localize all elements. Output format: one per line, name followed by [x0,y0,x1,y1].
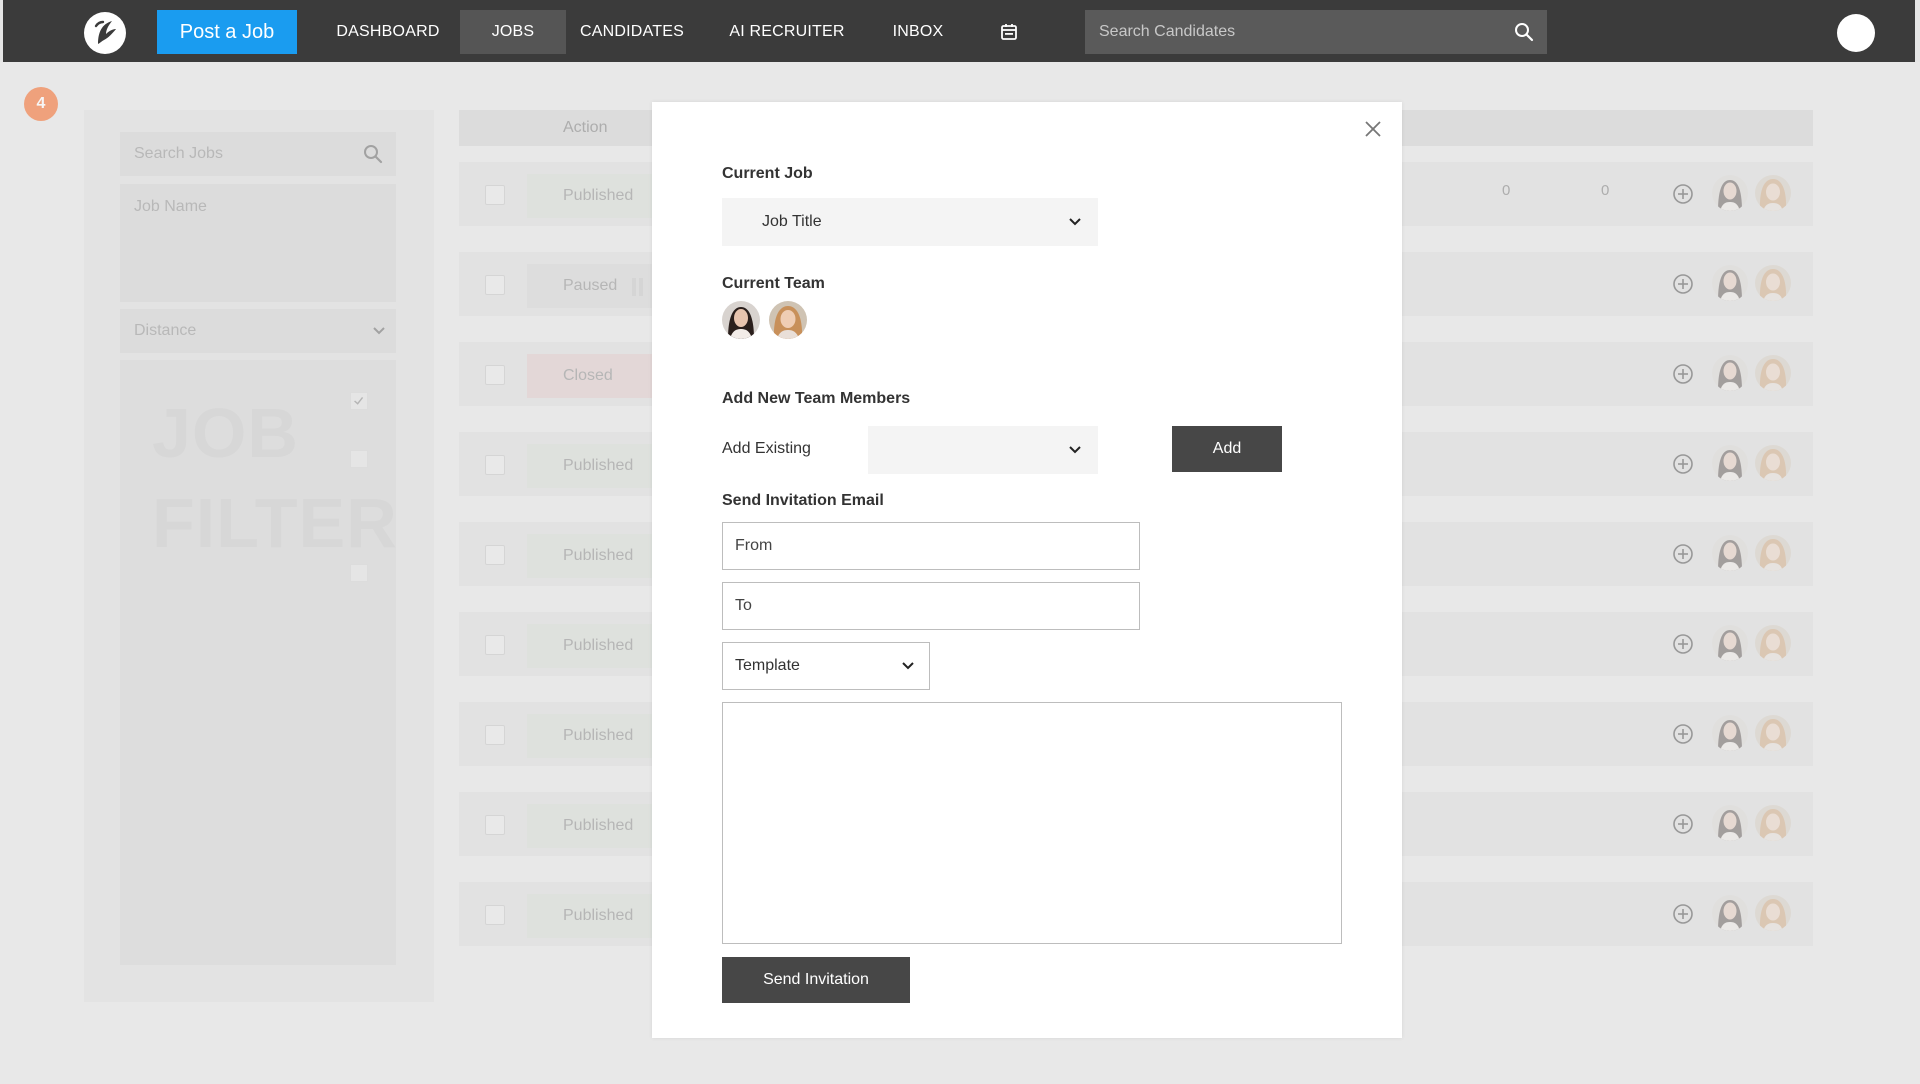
nav-inbox[interactable]: INBOX [883,10,953,54]
current-job-label: Current Job [722,165,813,182]
chevron-down-icon [1069,446,1081,454]
team-member-avatar[interactable] [722,301,760,339]
calendar-icon[interactable] [999,22,1019,42]
chevron-down-icon [1069,218,1081,226]
to-field[interactable] [722,582,1140,630]
send-invitation-button[interactable]: Send Invitation [722,957,910,1003]
add-existing-label: Add Existing [722,440,811,457]
add-members-label: Add New Team Members [722,390,911,407]
invitation-email-label: Send Invitation Email [722,492,884,509]
close-icon[interactable] [1362,118,1384,140]
user-avatar[interactable] [1837,14,1875,52]
template-value: Template [735,657,800,674]
template-select[interactable]: Template [722,642,930,690]
nav-dashboard[interactable]: DASHBOARD [325,10,451,54]
search-icon[interactable] [1513,21,1535,43]
current-team-label: Current Team [722,275,825,292]
job-title-value: Job Title [762,213,822,230]
team-management-modal: Current Job Job Title Current Team Add N… [652,102,1402,1038]
job-title-select[interactable]: Job Title [722,198,1098,246]
nav-jobs[interactable]: JOBS [460,10,566,54]
top-nav-bar: Post a Job DASHBOARD JOBS CANDIDATES AI … [3,0,1915,62]
chevron-down-icon [902,662,914,670]
add-member-button[interactable]: Add [1172,426,1282,472]
from-field[interactable] [722,522,1140,570]
add-existing-select[interactable] [868,426,1098,474]
search-candidates-input[interactable] [1085,10,1547,54]
team-member-avatar[interactable] [769,301,807,339]
post-job-button[interactable]: Post a Job [157,10,297,54]
nav-ai-recruiter[interactable]: AI RECRUITER [725,10,849,54]
nav-candidates[interactable]: CANDIDATES [573,10,691,54]
message-body-textarea[interactable] [722,702,1342,944]
brand-logo-icon[interactable] [84,12,126,54]
